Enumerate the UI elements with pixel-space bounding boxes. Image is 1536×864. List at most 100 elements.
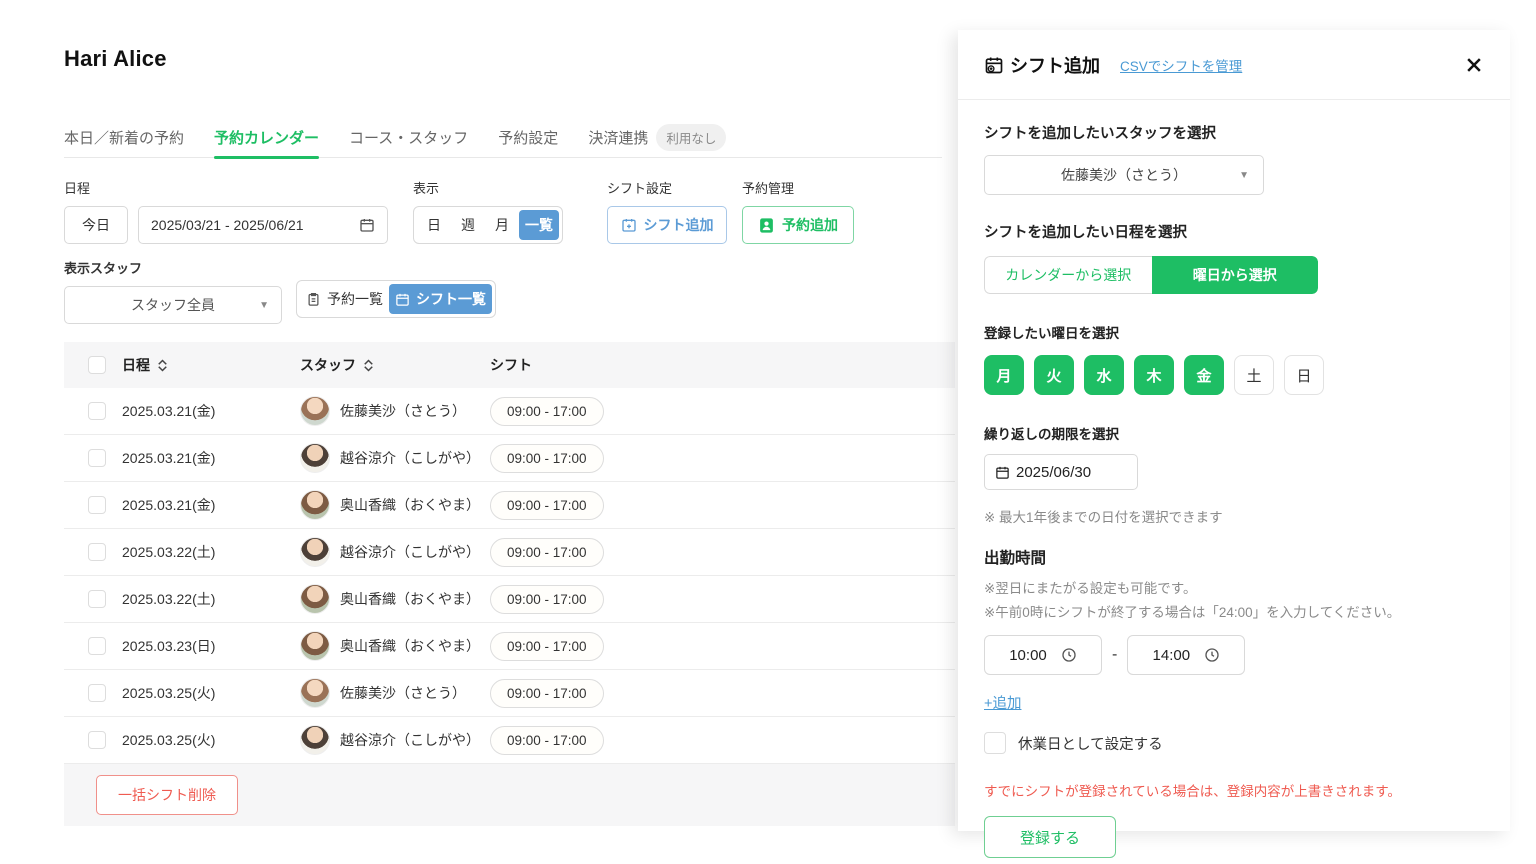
mode-calendar-button[interactable]: カレンダーから選択 (984, 256, 1152, 294)
staff-dropdown[interactable]: スタッフ全員 ▼ (64, 286, 282, 324)
shift-time-pill: 09:00 - 17:00 (490, 585, 604, 614)
view-filter-label: 表示 (413, 178, 563, 197)
calendar-plus-icon (621, 217, 637, 233)
staff-name: 奥山香織（おくやま） (340, 495, 480, 515)
avatar (300, 490, 330, 520)
tab-courses-staff[interactable]: コース・スタッフ (349, 118, 468, 158)
row-checkbox[interactable] (88, 543, 106, 561)
shift-time-pill: 09:00 - 17:00 (490, 491, 604, 520)
worktime-row: 10:00 - 14:00 (984, 635, 1484, 675)
weekday-selector: 月 火 水 木 金 土 日 (984, 355, 1484, 395)
shift-setting-group: シフト設定 シフト追加 (607, 178, 727, 244)
booking-mgmt-group: 予約管理 予約追加 (742, 178, 854, 244)
weekday-sat[interactable]: 土 (1234, 355, 1274, 395)
row-date: 2025.03.21(金) (122, 495, 300, 515)
table-footer: 一括シフト削除 (64, 764, 955, 826)
date-range-input[interactable]: 2025/03/21 - 2025/06/21 (138, 206, 388, 244)
shift-time-pill: 09:00 - 17:00 (490, 632, 604, 661)
table-row: 2025.03.21(金) 越谷涼介（こしがや） 09:00 - 17:00 (64, 435, 955, 482)
row-checkbox[interactable] (88, 402, 106, 420)
shift-time-pill: 09:00 - 17:00 (490, 444, 604, 473)
schedule-select-label: シフトを追加したい日程を選択 (984, 221, 1484, 242)
tab-today-new-bookings[interactable]: 本日／新着の予約 (64, 118, 184, 158)
start-time-input[interactable]: 10:00 (984, 635, 1102, 675)
staff-name: 奥山香織（おくやま） (340, 636, 480, 656)
row-date: 2025.03.25(火) (122, 730, 300, 750)
staff-name: 越谷涼介（こしがや） (340, 542, 480, 562)
booking-add-button[interactable]: 予約追加 (742, 206, 854, 244)
close-icon[interactable] (1464, 55, 1484, 75)
overwrite-warning: すでにシフトが登録されている場合は、登録内容が上書きされます。 (984, 780, 1484, 800)
bulk-shift-delete-button[interactable]: 一括シフト削除 (96, 775, 238, 815)
view-option-week[interactable]: 週 (451, 210, 485, 240)
staff-name: 越谷涼介（こしがや） (340, 730, 480, 750)
avatar (300, 537, 330, 567)
staff-name: 越谷涼介（こしがや） (340, 448, 480, 468)
repeat-note: ※ 最大1年後までの日付を選択できます (984, 506, 1484, 526)
avatar (300, 443, 330, 473)
holiday-checkbox[interactable] (984, 732, 1006, 754)
row-checkbox[interactable] (88, 684, 106, 702)
tab-booking-calendar[interactable]: 予約カレンダー (214, 118, 319, 158)
row-date: 2025.03.21(金) (122, 448, 300, 468)
shift-setting-label: シフト設定 (607, 178, 727, 197)
end-time-input[interactable]: 14:00 (1127, 635, 1245, 675)
view-option-month[interactable]: 月 (485, 210, 519, 240)
chevron-down-icon: ▼ (259, 300, 269, 311)
main-content: Hari Alice 本日／新着の予約 予約カレンダー コース・スタッフ 予約設… (0, 0, 958, 864)
col-header-date: 日程 (122, 355, 150, 375)
view-filter-group: 表示 日 週 月 一覧 (413, 178, 563, 244)
add-time-slot-link[interactable]: +追加 (984, 692, 1021, 713)
csv-manage-link[interactable]: CSVでシフトを管理 (1120, 55, 1242, 75)
worktime-note-1: ※翌日にまたがる設定も可能です。 (984, 577, 1484, 601)
weekday-tue[interactable]: 火 (1034, 355, 1074, 395)
row-checkbox[interactable] (88, 731, 106, 749)
row-checkbox[interactable] (88, 590, 106, 608)
shift-table: 日程 スタッフ シフト 2025.03.21(金) (64, 342, 955, 826)
shift-add-button[interactable]: シフト追加 (607, 206, 727, 244)
weekday-mon[interactable]: 月 (984, 355, 1024, 395)
staff-select-label: シフトを追加したいスタッフを選択 (984, 122, 1484, 143)
select-all-checkbox[interactable] (88, 356, 106, 374)
mode-weekday-button[interactable]: 曜日から選択 (1152, 256, 1319, 294)
tab-payment-link[interactable]: 決済連携 利用なし (588, 118, 726, 158)
date-range-value: 2025/03/21 - 2025/06/21 (151, 217, 304, 233)
weekday-wed[interactable]: 水 (1084, 355, 1124, 395)
shift-time-pill: 09:00 - 17:00 (490, 397, 604, 426)
not-in-use-badge: 利用なし (656, 124, 726, 151)
shift-time-pill: 09:00 - 17:00 (490, 538, 604, 567)
panel-header: シフト追加 CSVでシフトを管理 (958, 30, 1510, 100)
avatar (300, 678, 330, 708)
view-option-list[interactable]: 一覧 (519, 210, 559, 240)
app-root: Hari Alice 本日／新着の予約 予約カレンダー コース・スタッフ 予約設… (0, 0, 1536, 864)
view-option-day[interactable]: 日 (417, 210, 451, 240)
tab-bar: 本日／新着の予約 予約カレンダー コース・スタッフ 予約設定 決済連携 利用なし (64, 118, 942, 158)
booking-list-toggle[interactable]: 予約一覧 (300, 284, 389, 314)
weekday-thu[interactable]: 木 (1134, 355, 1174, 395)
staff-name: 佐藤美沙（さとう） (340, 401, 466, 421)
submit-button[interactable]: 登録する (984, 816, 1116, 858)
view-segmented-control: 日 週 月 一覧 (413, 206, 563, 244)
worktime-note-2: ※午前0時にシフトが終了する場合は「24:00」を入力してください。 (984, 601, 1484, 625)
booking-mgmt-label: 予約管理 (742, 178, 854, 197)
list-segmented-control: 予約一覧 シフト一覧 (296, 280, 496, 318)
tab-booking-settings[interactable]: 予約設定 (498, 118, 558, 158)
table-row: 2025.03.25(火) 佐藤美沙（さとう） 09:00 - 17:00 (64, 670, 955, 717)
worktime-label: 出勤時間 (984, 546, 1484, 568)
shift-list-toggle[interactable]: シフト一覧 (389, 284, 492, 314)
shift-time-pill: 09:00 - 17:00 (490, 679, 604, 708)
holiday-row: 休業日として設定する (984, 732, 1484, 754)
panel-staff-dropdown[interactable]: 佐藤美沙（さとう） ▼ (984, 155, 1264, 195)
clock-icon (1204, 647, 1220, 663)
weekday-sun[interactable]: 日 (1284, 355, 1324, 395)
row-checkbox[interactable] (88, 449, 106, 467)
repeat-until-input[interactable]: 2025/06/30 (984, 454, 1138, 490)
sort-icon[interactable] (364, 359, 373, 372)
weekday-fri[interactable]: 金 (1184, 355, 1224, 395)
row-checkbox[interactable] (88, 637, 106, 655)
staff-name: 佐藤美沙（さとう） (340, 683, 466, 703)
sort-icon[interactable] (158, 359, 167, 372)
row-checkbox[interactable] (88, 496, 106, 514)
time-separator: - (1112, 646, 1117, 664)
today-button[interactable]: 今日 (64, 206, 128, 244)
